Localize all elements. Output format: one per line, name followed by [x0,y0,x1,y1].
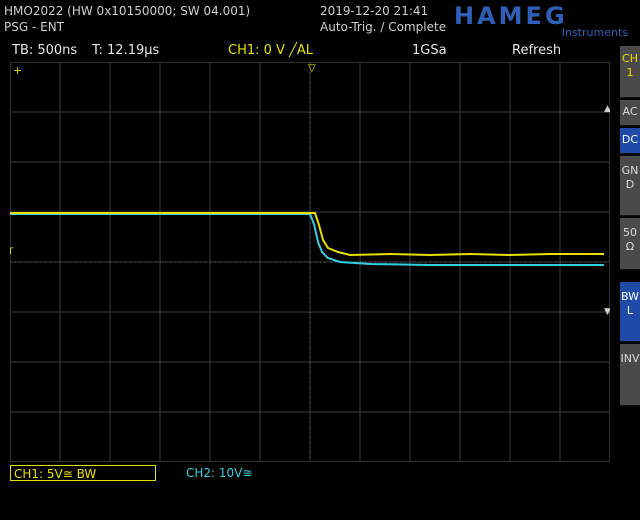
bwl-button[interactable]: BWL [620,282,640,342]
brand-name: HAMEG [454,2,568,30]
acquisition-mode[interactable]: Refresh [512,43,561,58]
trigger-top-marker: ▽ [308,63,316,74]
impedance-button[interactable]: 50 Ω [620,218,640,270]
waveform-display[interactable]: + ▽ ▲ ▼ 1T 2 [10,62,610,462]
device-model: HMO2022 (HW 0x10150000; SW 04.001) [4,4,251,18]
brand-sub: Instruments [562,26,629,38]
datetime: 2019-12-20 21:41 [320,4,429,18]
invert-button[interactable]: INV [620,344,640,406]
status-bar: TB: 500ns T: 12.19µs CH1: 0 V ╱AL 1GSa R… [0,40,612,60]
ch1-level-marker: ▼ [604,307,610,317]
trigger-time[interactable]: T: 12.19µs [92,43,159,58]
trigger-status: Auto-Trig. / Complete [320,20,447,34]
gnd-button[interactable]: GND [620,156,640,216]
scroll-up-marker: ▲ [604,104,610,114]
hameg-logo: HAMEG Instruments [454,2,629,38]
timebase[interactable]: TB: 500ns [12,43,77,58]
trigger-pos-marker: + [13,64,22,77]
trigger-setting[interactable]: CH1: 0 V ╱AL [228,43,313,58]
sample-rate: 1GSa [412,43,447,58]
channel-select[interactable]: CH 1 [620,46,640,98]
module-name: PSG - ENT [4,20,64,34]
ch2-settings[interactable]: CH2: 10V≅ [186,466,252,480]
coupling-dc-button[interactable]: DC [620,128,640,154]
ch1-settings[interactable]: CH1: 5V≅ BW [10,465,156,481]
coupling-ac-button[interactable]: AC [620,100,640,126]
ch1-ground-marker: 1T [10,247,14,257]
